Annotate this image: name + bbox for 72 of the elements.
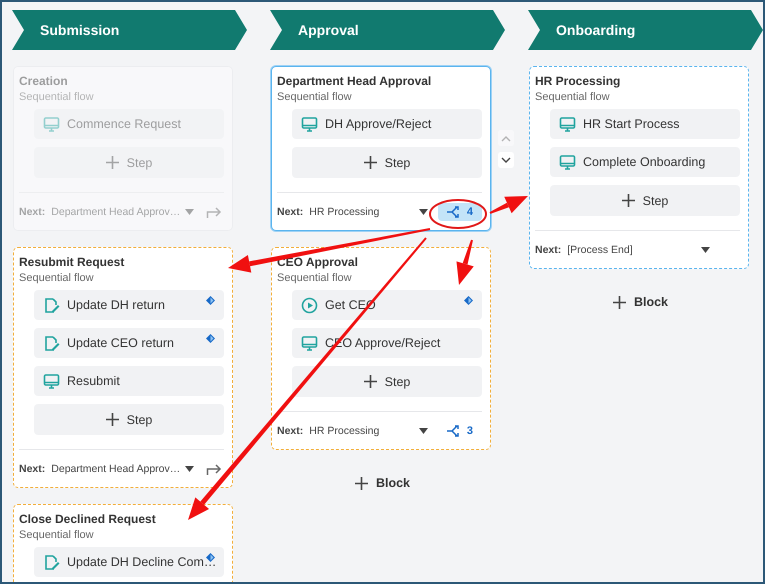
monitor-icon xyxy=(559,116,576,132)
next-label: Next: xyxy=(19,463,46,475)
next-label: Next: xyxy=(19,206,46,218)
monitor-icon xyxy=(301,116,318,132)
step-item[interactable]: Resubmit xyxy=(34,366,224,396)
step-item[interactable]: HR Start Process xyxy=(550,109,740,139)
stage-header[interactable]: Onboarding xyxy=(528,10,763,50)
monitor-icon xyxy=(43,372,60,390)
forward-arrow-icon[interactable] xyxy=(206,462,222,476)
next-label: Next: xyxy=(277,425,304,437)
monitor-icon xyxy=(301,334,318,352)
plus-icon xyxy=(364,156,377,169)
plus-icon xyxy=(364,375,377,388)
block-card[interactable]: HR Processing Sequential flow HR Start Process Complete Onboarding Step Next: [Process End] xyxy=(529,66,749,269)
monitor-icon xyxy=(559,154,576,170)
step-item[interactable]: DH Approve/Reject xyxy=(292,109,482,139)
plus-icon xyxy=(622,194,635,207)
block-subtitle: Sequential flow xyxy=(277,91,353,103)
block-subtitle: Sequential flow xyxy=(19,529,95,541)
annotation-arrow xyxy=(490,196,528,214)
branch-icon xyxy=(446,425,461,437)
plus-icon xyxy=(354,476,368,490)
block-title: Close Declined Request xyxy=(19,512,157,526)
block-title: Resubmit Request xyxy=(19,255,126,269)
caret-icon xyxy=(185,209,194,215)
plus-icon xyxy=(106,156,119,169)
block-subtitle: Sequential flow xyxy=(19,272,95,284)
document-pencil-icon xyxy=(43,334,60,352)
next-select[interactable]: Department Head Approv… xyxy=(51,463,194,475)
add-block-button[interactable]: Block xyxy=(350,474,414,492)
stage-header[interactable]: Approval xyxy=(270,10,505,50)
next-label: Next: xyxy=(535,244,562,256)
block-title: Department Head Approval xyxy=(277,74,432,88)
add-step-button[interactable]: Step xyxy=(292,366,482,397)
add-step-button[interactable]: Step xyxy=(34,404,224,435)
block-card[interactable]: Department Head Approval Sequential flow DH Approve/Reject Step Next: HR Processing 4 xyxy=(271,66,491,231)
caret-icon xyxy=(185,466,194,472)
chevron-down-icon xyxy=(501,156,511,164)
document-pencil-icon xyxy=(43,554,60,570)
caret-icon xyxy=(701,247,710,253)
add-step-button[interactable]: Step xyxy=(550,185,740,216)
add-block-button[interactable]: Block xyxy=(608,293,672,311)
chevron-up-icon xyxy=(501,134,511,142)
block-card[interactable]: Resubmit Request Sequential flow Update DH return Update CEO return Resubmit Step Next: Department Head Approv… xyxy=(13,247,233,488)
move-down-button[interactable] xyxy=(498,152,514,168)
branch-icon xyxy=(446,206,461,218)
block-title: Creation xyxy=(19,74,69,88)
stage-header[interactable]: Submission xyxy=(12,10,247,50)
step-item[interactable]: Complete Onboarding xyxy=(550,147,740,177)
caret-icon xyxy=(418,428,428,434)
next-select[interactable]: [Process End] xyxy=(567,244,710,256)
next-select[interactable]: HR Processing xyxy=(309,425,428,437)
block-title: HR Processing xyxy=(535,74,622,88)
branch-button[interactable]: 3 xyxy=(438,422,482,440)
block-card[interactable]: Close Declined Request Sequential flow Update DH Decline Com… xyxy=(13,504,233,582)
caret-icon xyxy=(418,209,428,215)
annotation-arrow xyxy=(456,240,474,285)
next-label: Next: xyxy=(277,206,304,218)
step-item[interactable]: Update DH return xyxy=(34,290,224,320)
branch-button[interactable]: 4 xyxy=(438,203,482,221)
document-pencil-icon xyxy=(43,296,60,314)
plus-icon xyxy=(612,296,626,308)
play-circle-icon xyxy=(301,296,318,314)
next-select[interactable]: HR Processing xyxy=(309,206,428,218)
step-item[interactable]: Update DH Decline Com… xyxy=(34,547,224,577)
plus-icon xyxy=(106,413,119,426)
block-subtitle: Sequential flow xyxy=(277,272,353,284)
monitor-icon xyxy=(43,116,60,132)
block-subtitle: Sequential flow xyxy=(19,91,95,103)
add-step-button[interactable]: Step xyxy=(292,147,482,178)
step-item[interactable]: Update CEO return xyxy=(34,328,224,358)
block-subtitle: Sequential flow xyxy=(535,91,611,103)
